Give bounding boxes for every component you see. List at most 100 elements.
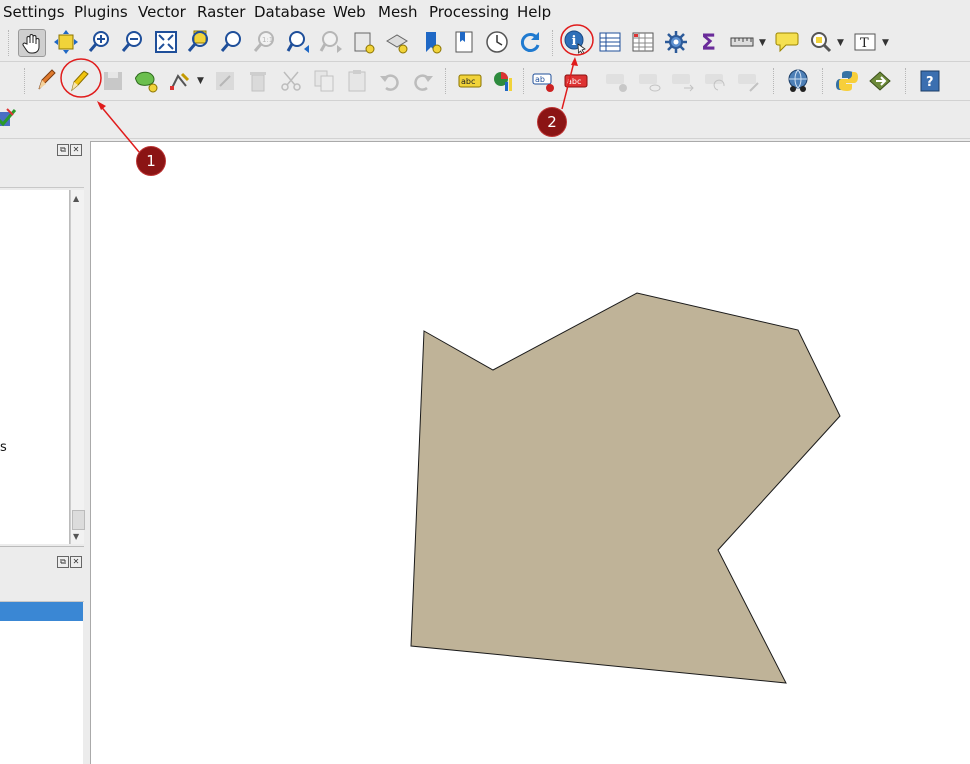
toolbar-separator (523, 68, 525, 94)
svg-text:T: T (860, 36, 869, 51)
scroll-down-icon[interactable]: ▼ (73, 532, 79, 541)
metasearch-icon[interactable] (785, 68, 811, 94)
scrollbar-thumb[interactable] (72, 510, 85, 530)
pan-to-selection-icon[interactable] (53, 29, 79, 55)
svg-text:Σ: Σ (701, 31, 716, 55)
temporal-controller-icon[interactable] (484, 29, 510, 55)
close-panel-icon[interactable]: ✕ (70, 556, 82, 568)
browser-dock: ⧉ ✕ s ▲ ▼ (0, 140, 85, 544)
panel-toolbar-divider (0, 187, 84, 188)
zoom-full-icon[interactable] (153, 29, 179, 55)
redo-icon[interactable] (410, 68, 436, 94)
zoom-out-icon[interactable] (120, 29, 146, 55)
statistical-summary-icon[interactable] (630, 29, 656, 55)
selected-layer-row[interactable] (0, 602, 83, 621)
digitizing-toolbar: ▼ abc ab abc ? (0, 63, 970, 99)
menu-web[interactable]: Web (333, 3, 366, 21)
layer-diagram-options-icon[interactable] (490, 68, 516, 94)
layers-list[interactable] (0, 602, 83, 764)
menu-mesh[interactable]: Mesh (378, 3, 418, 21)
open-attribute-table-icon[interactable] (597, 29, 623, 55)
menu-help[interactable]: Help (517, 3, 551, 21)
rotate-label-icon[interactable] (703, 68, 729, 94)
map-navigation-toolbar: 1:1 i Σ ▼ ▼ T ▼ (0, 26, 970, 60)
zoom-in-icon[interactable] (87, 29, 113, 55)
modify-attributes-icon[interactable] (212, 68, 238, 94)
text-annotation-icon[interactable]: T (852, 29, 878, 55)
select-features-icon[interactable] (807, 29, 833, 55)
current-edits-icon[interactable] (34, 68, 60, 94)
show-hide-labels-icon[interactable] (637, 68, 663, 94)
svg-text:abc: abc (461, 77, 475, 86)
refresh-icon[interactable] (517, 29, 543, 55)
menu-database[interactable]: Database (254, 3, 326, 21)
zoom-to-layer-icon[interactable] (219, 29, 245, 55)
vertex-tool-icon[interactable] (167, 68, 193, 94)
paste-features-icon[interactable] (344, 68, 370, 94)
python-console-icon[interactable] (834, 68, 860, 94)
vertex-dropdown-icon[interactable]: ▼ (197, 76, 204, 86)
close-panel-icon[interactable]: ✕ (70, 144, 82, 156)
toolbar-separator (24, 68, 26, 94)
svg-text:1:1: 1:1 (262, 36, 273, 44)
toolbar-separator (822, 68, 824, 94)
toolbar-separator (445, 68, 447, 94)
plugin-manager-icon[interactable] (867, 68, 893, 94)
new-map-view-icon[interactable] (351, 29, 377, 55)
browser-tree[interactable]: s (0, 190, 70, 544)
add-polygon-feature-icon[interactable] (134, 68, 160, 94)
new-spatial-bookmark-icon[interactable] (418, 29, 444, 55)
highlight-pinned-labels-icon[interactable]: ab (531, 68, 557, 94)
check-geometries-icon[interactable] (0, 106, 18, 132)
scroll-up-icon[interactable]: ▲ (73, 194, 79, 203)
new-3d-map-view-icon[interactable] (384, 29, 410, 55)
pin-unpin-labels-icon[interactable] (604, 68, 630, 94)
menu-plugins[interactable]: Plugins (74, 3, 128, 21)
toolbar-separator (8, 30, 10, 56)
toolbar-divider (0, 138, 970, 139)
cut-features-icon[interactable] (278, 68, 304, 94)
map-tips-icon[interactable] (774, 29, 800, 55)
processing-toolbox-icon[interactable] (663, 29, 689, 55)
delete-selected-icon[interactable] (245, 68, 271, 94)
show-bookmarks-icon[interactable] (451, 29, 477, 55)
help-contents-icon[interactable]: ? (917, 68, 943, 94)
layers-dock: ⧉ ✕ (0, 546, 84, 764)
layer-labeling-options-icon[interactable]: abc (457, 68, 483, 94)
float-panel-icon[interactable]: ⧉ (57, 556, 69, 568)
move-label-icon[interactable] (670, 68, 696, 94)
identify-features-icon[interactable]: i (562, 29, 588, 55)
menu-vector[interactable]: Vector (138, 3, 186, 21)
toolbar-divider (0, 100, 970, 101)
svg-text:ab: ab (535, 75, 545, 84)
menu-raster[interactable]: Raster (197, 3, 245, 21)
browser-item-label[interactable]: s (0, 440, 7, 455)
pan-map-icon[interactable] (18, 29, 46, 57)
browser-scrollbar[interactable]: ▲ ▼ (70, 190, 85, 544)
zoom-native-resolution-icon[interactable]: 1:1 (252, 29, 278, 55)
annotation-dropdown-icon[interactable]: ▼ (882, 38, 889, 48)
toggle-editing-icon[interactable] (66, 68, 92, 94)
svg-text:abc: abc (567, 77, 581, 86)
zoom-to-selection-icon[interactable] (186, 29, 212, 55)
copy-features-icon[interactable] (311, 68, 337, 94)
menu-settings[interactable]: Settings (3, 3, 65, 21)
save-layer-edits-icon[interactable] (100, 68, 126, 94)
menu-processing[interactable]: Processing (429, 3, 509, 21)
toolbar-divider (0, 61, 970, 62)
toggle-label-display-icon[interactable]: abc (563, 68, 589, 94)
measure-line-icon[interactable] (729, 29, 755, 55)
map-canvas[interactable] (90, 141, 970, 764)
select-dropdown-icon[interactable]: ▼ (837, 38, 844, 48)
float-panel-icon[interactable]: ⧉ (57, 144, 69, 156)
change-label-properties-icon[interactable] (736, 68, 762, 94)
measure-dropdown-icon[interactable]: ▼ (759, 38, 766, 48)
zoom-next-icon[interactable] (318, 29, 344, 55)
polygon-feature[interactable] (410, 292, 841, 684)
svg-text:i: i (572, 34, 577, 49)
toolbar-separator (773, 68, 775, 94)
map-svg (410, 292, 841, 684)
undo-icon[interactable] (377, 68, 403, 94)
sigma-statistics-icon[interactable]: Σ (696, 29, 722, 55)
zoom-last-icon[interactable] (285, 29, 311, 55)
